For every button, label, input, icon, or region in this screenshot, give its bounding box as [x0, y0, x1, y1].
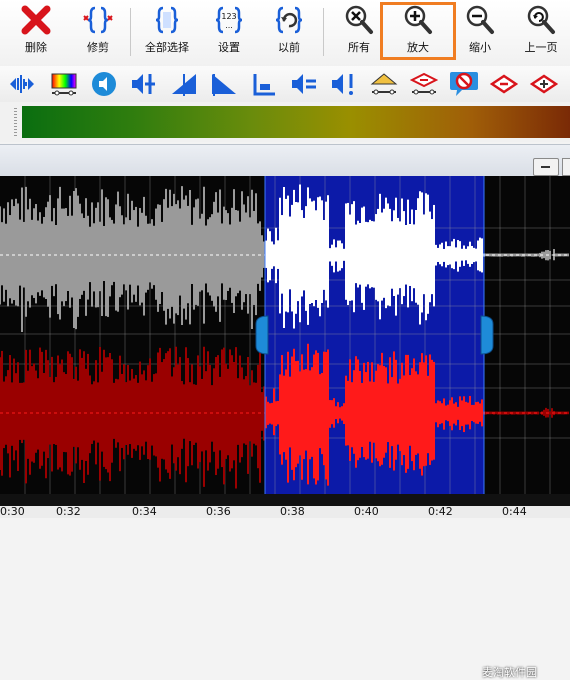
timeline-ruler: 0:30 0:32 0:34 0:36 0:38 0:40 0:42 0:44	[0, 506, 570, 518]
settings-label: 设置	[218, 41, 240, 54]
maximize-button[interactable]	[562, 158, 570, 176]
delete-label: 删除	[25, 41, 47, 54]
fade-out-icon[interactable]	[210, 70, 238, 98]
waveform-display[interactable]: 麦淘软件园	[0, 176, 570, 679]
timeline-tick-label: 0:40	[354, 505, 379, 518]
delete-icon	[21, 5, 51, 35]
trim-button[interactable]: 修剪	[80, 4, 116, 60]
zoom-out-icon	[466, 5, 494, 34]
select-all-button[interactable]: 全部选择	[140, 4, 194, 60]
previous-label: 以前	[278, 41, 300, 54]
delete-button[interactable]: 删除	[18, 4, 54, 60]
svg-text:123: 123	[221, 12, 236, 21]
previous-page-button[interactable]: 上一页	[520, 4, 562, 60]
toolbar-grip[interactable]	[14, 108, 17, 136]
zoom-all-label: 所有	[348, 41, 370, 54]
zoom-in-label: 放大	[407, 41, 429, 54]
silence-icon[interactable]	[250, 70, 278, 98]
trim-icon	[83, 6, 113, 34]
previous-page-label: 上一页	[524, 41, 558, 54]
selection-end-handle	[480, 315, 494, 355]
speaker-icon[interactable]	[90, 70, 118, 98]
selection-start-handle	[255, 315, 269, 355]
timeline-tick-label: 0:44	[502, 505, 527, 518]
svg-text:...: ...	[225, 21, 233, 30]
spectrum-icon[interactable]	[50, 70, 78, 98]
invert-icon[interactable]	[529, 70, 559, 98]
timeline-tick-label: 0:34	[132, 505, 157, 518]
zoom-in-icon	[404, 5, 432, 34]
fade-in-icon[interactable]	[170, 70, 198, 98]
color-scale-bar	[22, 106, 570, 138]
trim-label: 修剪	[87, 41, 109, 54]
undo-icon	[275, 6, 303, 34]
timeline-tick-label: 0:42	[428, 505, 453, 518]
reverse-icon[interactable]	[489, 70, 519, 98]
timeline-tick-label: 0:36	[206, 505, 231, 518]
previous-page-icon	[527, 5, 555, 34]
speed-icon[interactable]	[409, 70, 439, 98]
color-scale-row	[0, 102, 570, 142]
settings-button[interactable]: 123 ... 设置	[211, 4, 247, 60]
waveform-panel-header	[0, 144, 570, 177]
zoom-all-button[interactable]: 所有	[341, 4, 377, 60]
select-all-icon	[155, 6, 179, 34]
settings-icon: 123 ...	[215, 6, 243, 34]
amplify-icon[interactable]	[330, 70, 358, 98]
toolbar-divider	[130, 8, 131, 56]
normalize-icon[interactable]	[290, 70, 318, 98]
secondary-toolbar	[0, 66, 570, 102]
waveform-fit-icon[interactable]	[8, 70, 36, 98]
volume-marker-icon[interactable]	[130, 70, 158, 98]
zoom-all-icon	[345, 5, 373, 34]
minimize-button[interactable]	[533, 158, 559, 176]
zoom-in-button[interactable]: 放大	[400, 4, 436, 60]
zoom-out-button[interactable]: 缩小	[462, 4, 498, 60]
toolbar-divider	[323, 8, 324, 56]
noise-removal-icon[interactable]	[448, 70, 480, 98]
main-toolbar: 删除 修剪 全部选择 123 ... 设置 以前 所有 放大 缩小 上一页	[0, 0, 570, 66]
timeline-tick-label: 0:38	[280, 505, 305, 518]
previous-button[interactable]: 以前	[271, 4, 307, 60]
zoom-out-label: 缩小	[469, 41, 491, 54]
timeline-tick-label: 0:30	[0, 505, 25, 518]
select-all-label: 全部选择	[145, 41, 189, 54]
timeline-tick-label: 0:32	[56, 505, 81, 518]
watermark-text: 麦淘软件园	[482, 666, 537, 679]
pitch-icon[interactable]	[370, 70, 398, 98]
